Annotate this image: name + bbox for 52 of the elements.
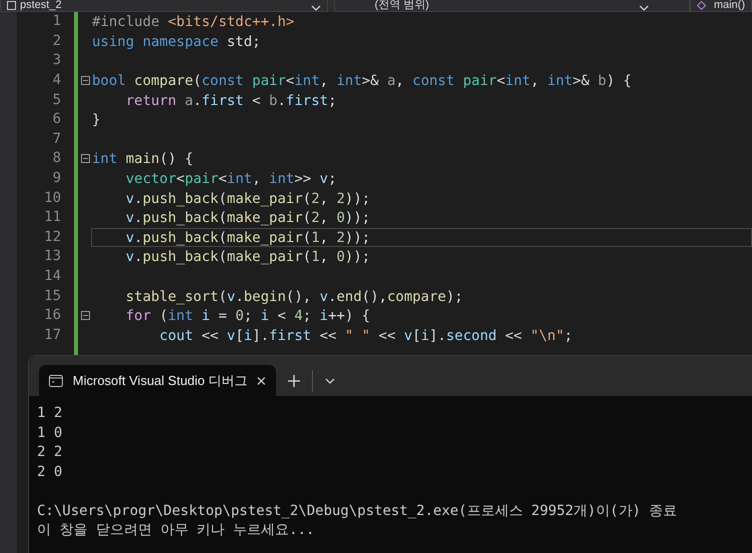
code-line: v.push_back(make_pair(1, 2)); xyxy=(124,230,370,246)
code-line: v.push_back(make_pair(1, 0)); xyxy=(124,249,370,266)
line-number: 3 xyxy=(52,51,61,70)
line-number: 4 xyxy=(52,71,61,90)
member-dropdown[interactable]: main() xyxy=(690,0,752,12)
plus-icon[interactable] xyxy=(288,374,300,386)
code-line: for (int i = 0; i < 4; i++) { xyxy=(124,308,370,324)
chevron-down-icon xyxy=(638,5,649,11)
line-number: 6 xyxy=(52,110,61,130)
close-icon[interactable] xyxy=(257,376,266,386)
console-output-line: 2 0 xyxy=(37,462,62,482)
line-number: 9 xyxy=(52,169,61,188)
terminal-tab[interactable]: Microsoft Visual Studio 디버그 xyxy=(39,365,276,396)
line-number: 13 xyxy=(43,247,61,266)
line-number: 14 xyxy=(43,267,61,286)
code-line: stable_sort(v.begin(), v.end(),compare); xyxy=(124,288,463,305)
scope-dropdown[interactable]: (전역 범위) xyxy=(334,0,690,12)
line-number: 17 xyxy=(43,326,61,345)
code-line: using namespace std; xyxy=(92,34,261,50)
console-output-line: 1 2 xyxy=(37,404,62,423)
line-number: 2 xyxy=(52,32,61,51)
method-icon xyxy=(696,1,706,10)
console-message-line: 이 창을 닫으려면 아무 키나 누르세요... xyxy=(37,521,314,540)
line-number: 16 xyxy=(43,306,61,326)
console-icon xyxy=(49,374,63,388)
code-line: #include <bits/stdc++.h> xyxy=(92,14,294,30)
collapse-icon[interactable] xyxy=(81,76,90,86)
line-number: 1 xyxy=(52,12,61,32)
collapse-icon[interactable] xyxy=(81,311,90,320)
code-line: int main() { xyxy=(92,151,194,168)
code-line: } xyxy=(92,112,100,128)
line-number: 12 xyxy=(43,228,61,247)
collapse-icon[interactable] xyxy=(81,154,90,164)
line-number: 5 xyxy=(52,90,61,110)
chevron-down-icon xyxy=(325,378,335,384)
line-number: 15 xyxy=(43,286,61,306)
code-line: v.push_back(make_pair(2, 2)); xyxy=(124,190,370,207)
console-output-line: 2 2 xyxy=(37,443,62,462)
project-dropdown[interactable]: pstest_2 xyxy=(0,0,328,12)
project-icon xyxy=(7,0,16,10)
line-number: 10 xyxy=(43,188,61,208)
code-line: v.push_back(make_pair(2, 0)); xyxy=(124,210,370,226)
code-line: return a.first < b.first; xyxy=(124,92,337,109)
console-output-line: 1 0 xyxy=(37,424,62,442)
code-line: cout << v[i].first << " " << v[i].second << "\n"; xyxy=(158,328,573,344)
code-line: bool compare(const pair<int, int>& a, const pair<int, int>& b) { xyxy=(92,73,632,90)
console-message-line: C:\Users\progr\Desktop\pstest_2\Debug\pstest_2.exe(프로세스 29952개)이(가) 종료 xyxy=(37,502,678,520)
line-number: 7 xyxy=(52,130,61,149)
code-line: vector<pair<int, int>> v; xyxy=(124,171,337,188)
line-number: 8 xyxy=(52,149,61,168)
line-number: 11 xyxy=(43,208,61,228)
chevron-down-icon xyxy=(310,5,321,11)
